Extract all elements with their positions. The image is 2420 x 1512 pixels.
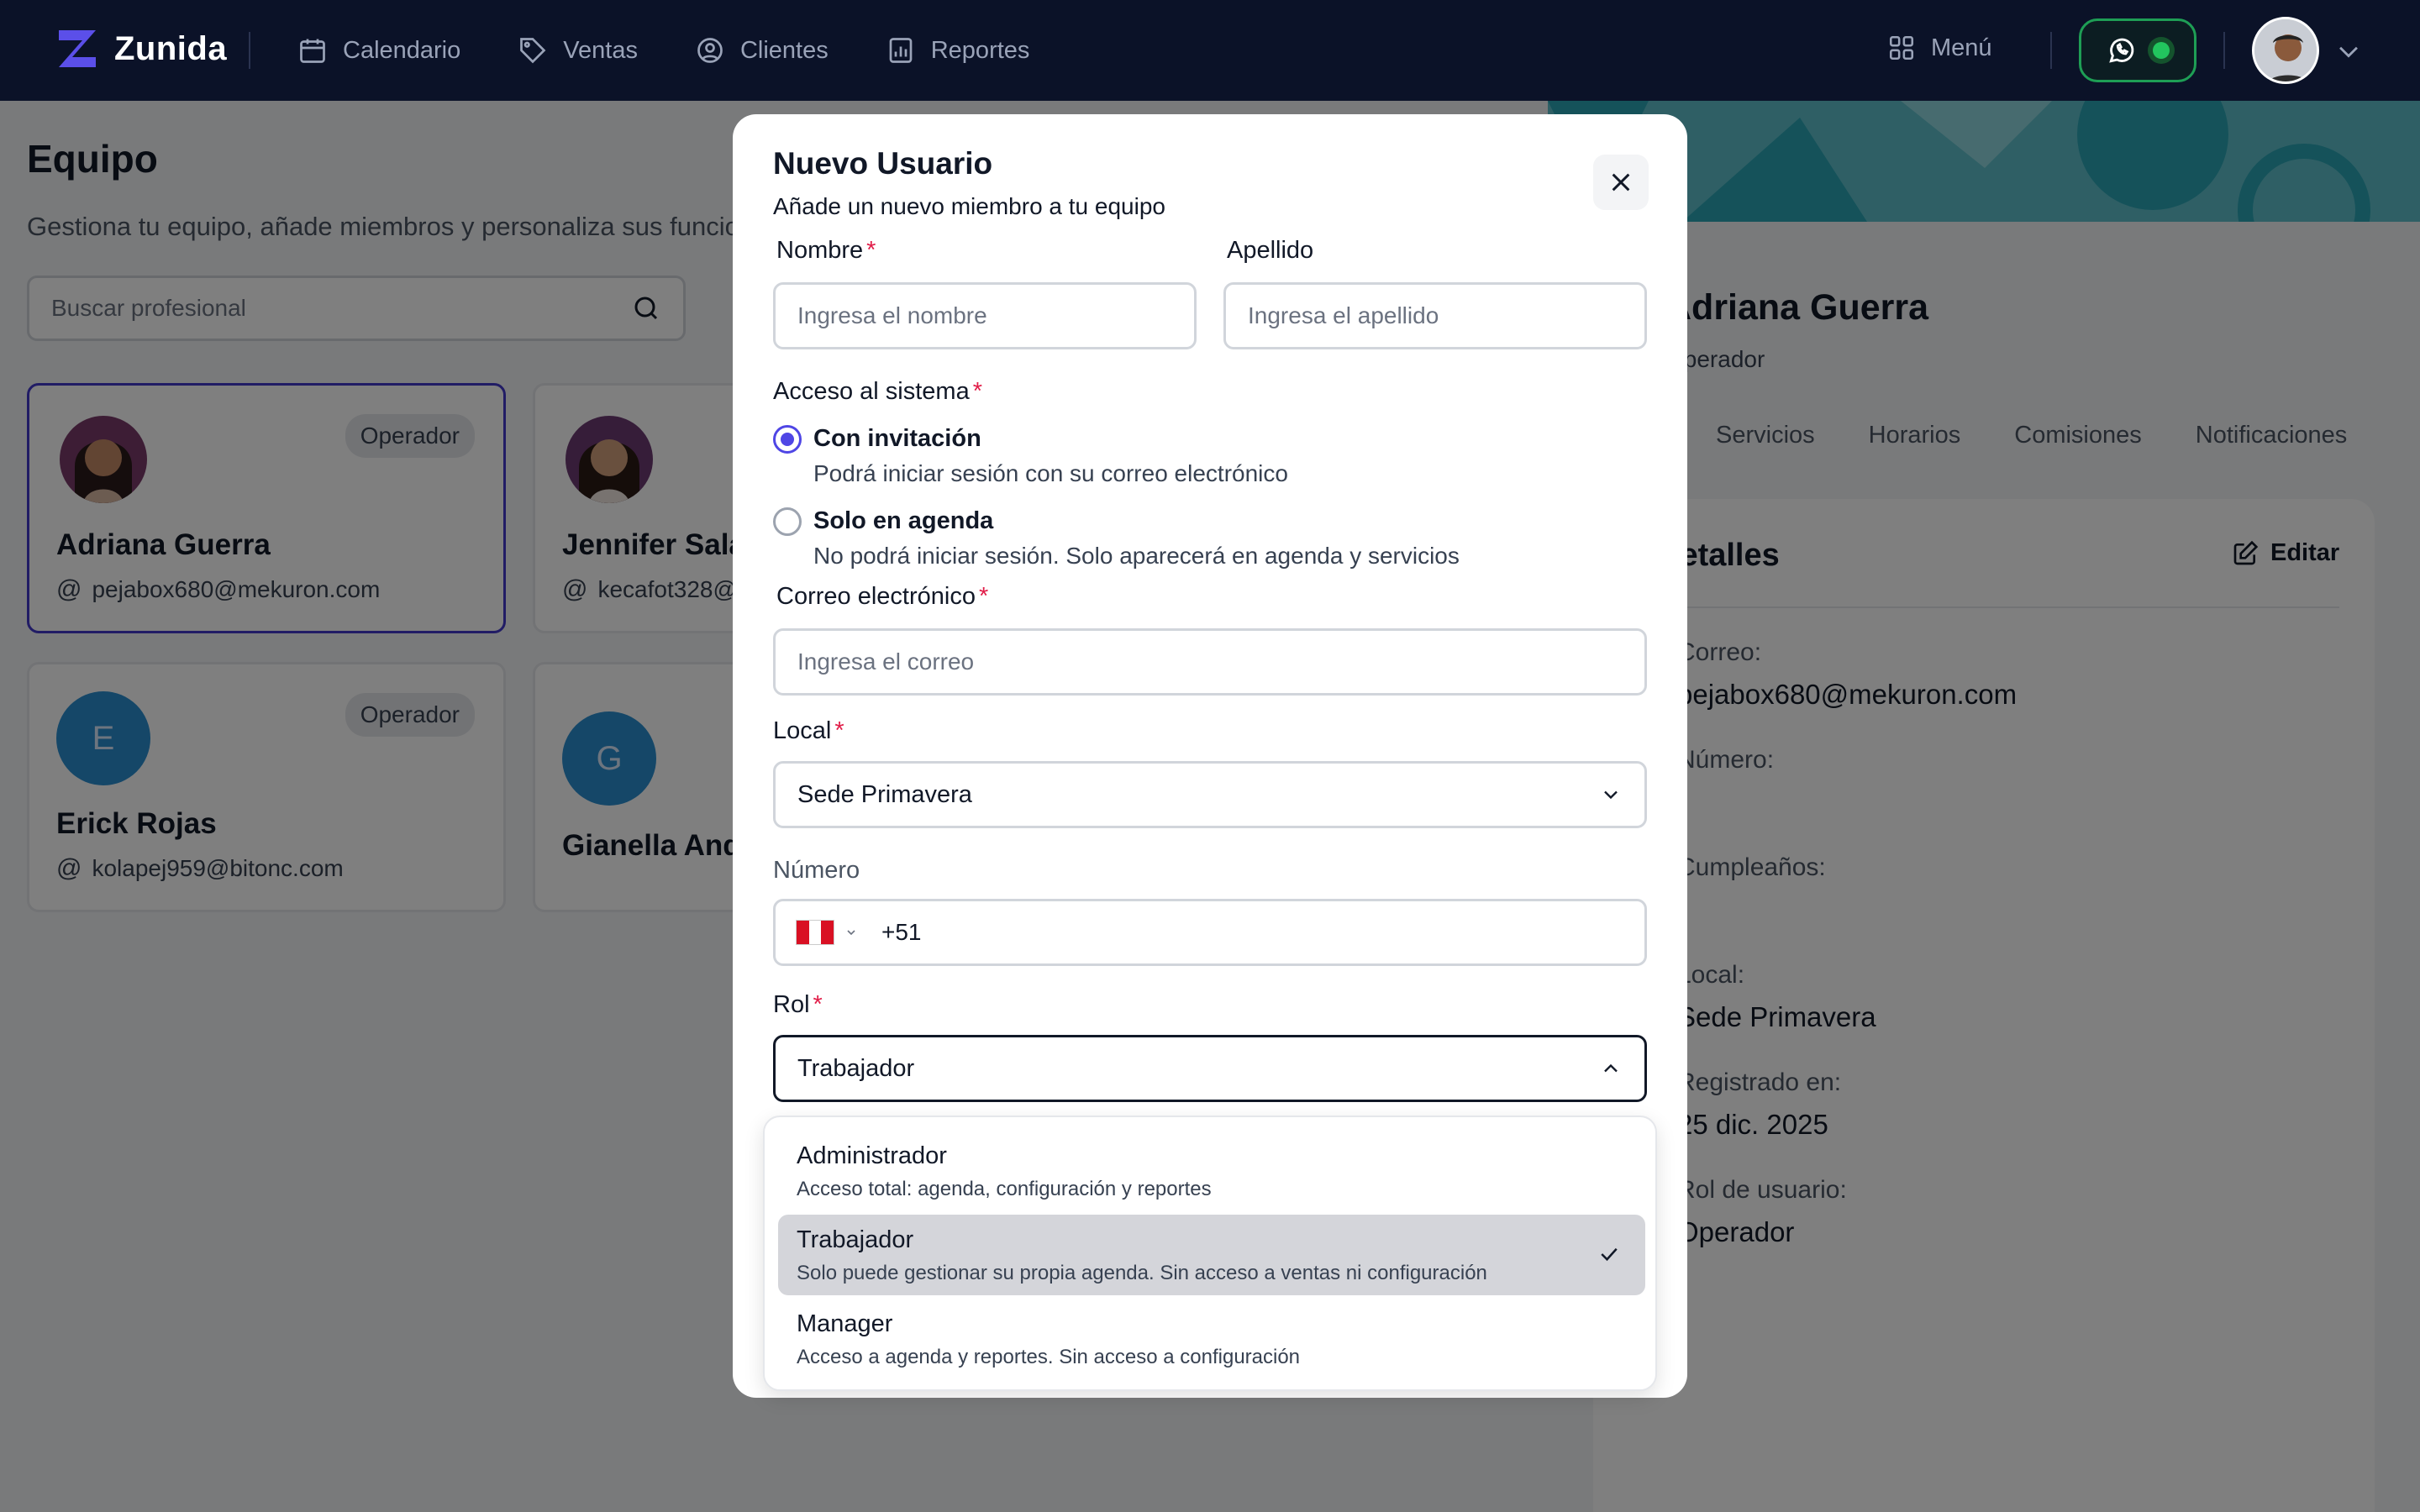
role-option-administrador[interactable]: Administrador Acceso total: agenda, conf… [778, 1131, 1645, 1211]
grid-icon [1889, 35, 1914, 60]
nav-label: Calendario [343, 36, 461, 64]
whatsapp-icon [2109, 38, 2134, 63]
role-label: Rol * [773, 991, 823, 1018]
modal-subtitle: Añade un nuevo miembro a tu equipo [773, 193, 1165, 219]
role-option-manager[interactable]: Manager Acceso a agenda y reportes. Sin … [778, 1299, 1645, 1379]
peru-flag-icon[interactable] [796, 920, 834, 945]
local-select-value: Sede Primavera [797, 780, 972, 808]
number-label: Número [773, 857, 860, 884]
phone-field: +51 [773, 899, 1647, 966]
chevron-up-icon [1604, 1063, 1618, 1073]
avatar-photo-icon [2254, 19, 2317, 81]
access-option-desc: Podrá iniciar sesión con su correo elect… [813, 460, 1288, 486]
last-name-input[interactable] [1223, 282, 1647, 349]
nav-divider [2050, 32, 2052, 69]
phone-input[interactable]: +51 [881, 919, 922, 946]
role-select[interactable]: Trabajador [773, 1035, 1647, 1102]
role-option-title: Administrador [797, 1142, 947, 1169]
access-radio-agenda-only[interactable] [773, 507, 802, 536]
chevron-down-icon [1604, 790, 1618, 800]
nav-item-calendario[interactable]: Calendario [297, 35, 460, 66]
role-option-title: Trabajador [797, 1226, 914, 1253]
local-select[interactable]: Sede Primavera [773, 761, 1647, 828]
brand-name: Zunida [114, 29, 228, 67]
user-circle-icon [697, 38, 723, 63]
modal-title: Nuevo Usuario [773, 146, 993, 181]
role-option-desc: Acceso total: agenda, configuración y re… [797, 1178, 1212, 1200]
close-button[interactable] [1593, 155, 1649, 210]
role-option-title: Manager [797, 1310, 893, 1337]
access-label: Acceso al sistema * [773, 378, 982, 405]
access-option-title: Solo en agenda [813, 507, 994, 534]
role-option-desc: Solo puede gestionar su propia agenda. S… [797, 1262, 1487, 1284]
email-label: Correo electrónico * [776, 583, 989, 610]
main-nav: Calendario Ventas Clientes Reportes [297, 0, 1029, 101]
whatsapp-button[interactable] [2079, 18, 2196, 82]
chevron-down-icon[interactable] [844, 926, 858, 939]
zunida-logo-icon [59, 30, 96, 67]
role-option-trabajador[interactable]: Trabajador Solo puede gestionar su propi… [778, 1215, 1645, 1295]
access-option-desc: No podrá iniciar sesión. Solo aparecerá … [813, 543, 1460, 569]
brand[interactable]: Zunida [54, 25, 227, 72]
access-radio-invitation[interactable] [773, 425, 802, 454]
nav-item-ventas[interactable]: Ventas [518, 35, 638, 66]
nav-item-reportes[interactable]: Reportes [886, 35, 1030, 66]
role-option-desc: Acceso a agenda y reportes. Sin acceso a… [797, 1346, 1301, 1368]
bar-chart-icon [889, 38, 913, 63]
whatsapp-status-dot [2153, 42, 2170, 59]
nav-label: Clientes [739, 36, 829, 64]
first-name-input[interactable] [773, 282, 1197, 349]
role-dropdown-menu: Administrador Acceso total: agenda, conf… [763, 1116, 1657, 1391]
access-option-title: Con invitación [813, 425, 981, 452]
role-select-value: Trabajador [797, 1054, 915, 1082]
menu-label: Menú [1931, 34, 1992, 61]
nav-divider [249, 32, 250, 69]
last-name-label: Apellido [1227, 237, 1314, 264]
chevron-down-icon[interactable] [2334, 37, 2363, 66]
nav-item-clientes[interactable]: Clientes [695, 35, 829, 66]
tag-icon [520, 38, 546, 64]
email-input[interactable] [773, 628, 1647, 696]
first-name-label: Nombre * [776, 237, 876, 264]
check-icon [1601, 1247, 1618, 1262]
nav-label: Reportes [930, 36, 1030, 64]
top-navbar: Zunida Calendario Ventas Clientes Report… [0, 0, 2420, 101]
close-icon [1612, 173, 1630, 192]
nav-divider [2223, 32, 2225, 69]
menu-button[interactable]: Menú [1887, 34, 1992, 62]
local-label: Local * [773, 717, 844, 744]
nav-label: Ventas [563, 36, 638, 64]
user-avatar[interactable] [2252, 17, 2319, 84]
calendar-icon [300, 39, 325, 63]
